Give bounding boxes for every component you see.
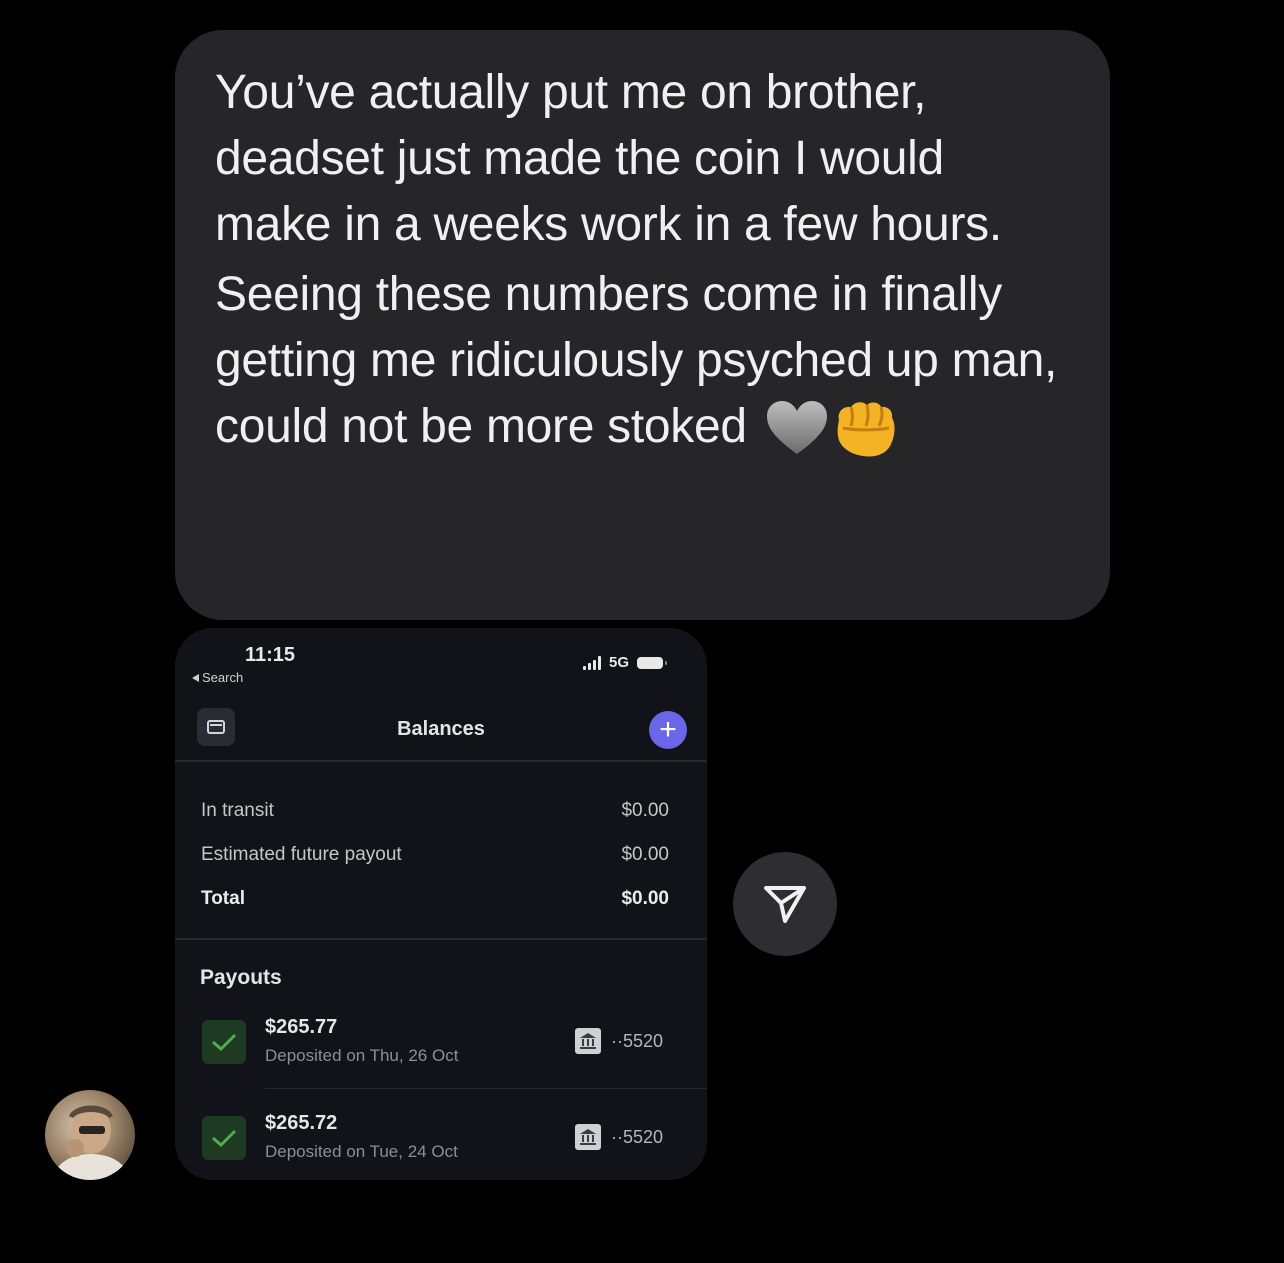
balance-row-estimated: Estimated future payout $0.00 (201, 844, 669, 866)
share-button[interactable] (733, 852, 837, 956)
message-bubble: You’ve actually put me on brother, deads… (175, 30, 1110, 620)
balance-row-total: Total $0.00 (201, 888, 669, 910)
account-number: ··5520 (611, 1127, 664, 1147)
signal-icon (582, 655, 601, 670)
payouts-heading: Payouts (200, 966, 282, 989)
balance-label: In transit (201, 800, 274, 821)
balance-row-in-transit: In transit $0.00 (201, 800, 669, 822)
page-title: Balances (397, 718, 485, 740)
status-indicators: 5G (582, 654, 667, 671)
grey-heart-icon (765, 400, 829, 474)
account-number: ··5520 (611, 1031, 664, 1051)
balance-value: $0.00 (621, 888, 669, 909)
fist-bump-icon (833, 398, 897, 476)
payout-date: Deposited on Tue, 24 Oct (265, 1142, 458, 1161)
back-label: Search (202, 670, 244, 685)
balance-label: Estimated future payout (201, 844, 402, 865)
bank-icon (575, 1124, 601, 1150)
send-icon (764, 886, 806, 923)
back-arrow-icon (192, 674, 199, 682)
avatar[interactable] (45, 1090, 135, 1180)
message-paragraph-1: You’ve actually put me on brother, deads… (215, 66, 1002, 251)
add-button[interactable]: + (649, 711, 687, 749)
check-icon (202, 1020, 246, 1064)
message-paragraph-2-text: Seeing these numbers come in finally get… (215, 268, 1058, 453)
status-time: 11:15 (245, 644, 296, 666)
payout-amount: $265.72 (265, 1112, 338, 1134)
back-to-search[interactable]: Search (192, 670, 243, 685)
balance-value: $0.00 (621, 800, 669, 821)
message-paragraph-2: Seeing these numbers come in finally get… (215, 262, 1070, 476)
bank-icon (575, 1028, 601, 1054)
payout-amount: $265.77 (265, 1016, 338, 1038)
payout-date: Deposited on Thu, 26 Oct (265, 1046, 459, 1065)
check-icon (202, 1116, 246, 1160)
row-divider (265, 1088, 707, 1089)
battery-icon (637, 656, 667, 669)
balance-label: Total (201, 888, 245, 909)
balance-value: $0.00 (621, 844, 669, 865)
plus-icon: + (659, 713, 677, 746)
network-label: 5G (608, 654, 629, 671)
payout-row[interactable]: $265.77 Deposited on Thu, 26 Oct ··5520 (175, 1008, 707, 1088)
payout-row[interactable]: $265.72 Deposited on Tue, 24 Oct ··5520 (175, 1104, 707, 1180)
payouts-screenshot[interactable]: 11:15 Search 5G Balances + In transit $0… (175, 628, 707, 1180)
header-divider (175, 760, 707, 762)
balances-divider (175, 938, 707, 940)
